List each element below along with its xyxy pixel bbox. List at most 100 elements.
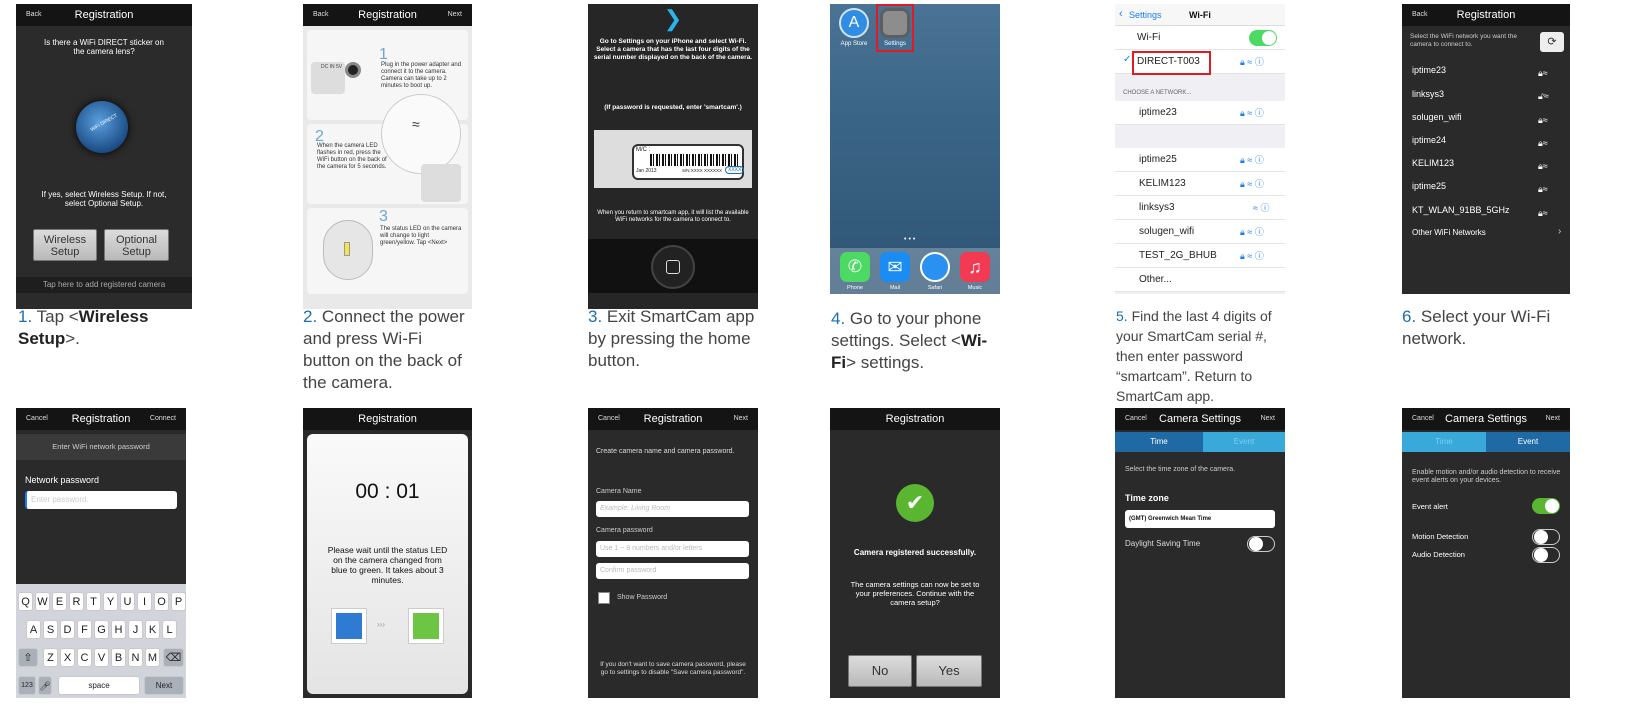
connect-button[interactable]: Connect — [150, 408, 176, 430]
tab-event[interactable]: Event — [1486, 432, 1570, 452]
camera-password-input[interactable]: Use 1 ~ 8 numbers and/or letters — [596, 541, 749, 557]
wifi-toggle[interactable] — [1249, 30, 1277, 46]
next-button[interactable]: Next — [734, 408, 748, 430]
key-n[interactable]: N — [128, 648, 143, 667]
show-password-checkbox[interactable] — [598, 592, 610, 604]
safari-icon[interactable] — [920, 252, 950, 282]
key-p[interactable]: P — [171, 592, 186, 611]
confirm-password-input[interactable]: Confirm password — [596, 563, 749, 579]
motion-detection-toggle[interactable] — [1532, 529, 1560, 545]
screen-2: Back Registration Next DC IN 5V 1 Plug in … — [303, 4, 472, 309]
key-r[interactable]: R — [69, 592, 84, 611]
key-f[interactable]: F — [77, 620, 92, 639]
nav-bar: Cancel Registration Next — [588, 408, 758, 430]
no-button[interactable]: No — [848, 655, 912, 687]
key-c[interactable]: C — [77, 648, 92, 667]
show-password-label: Show Password — [617, 594, 668, 601]
app-store-icon[interactable]: A — [839, 8, 869, 38]
page-dots: ••• — [904, 236, 918, 243]
network-icons[interactable]: 🔒︎ ≈ ⓘ — [1240, 153, 1264, 166]
optional-setup-button[interactable]: Optional Setup — [104, 229, 169, 261]
lock-wifi-info-icons[interactable]: 🔒︎ ≈ ⓘ — [1240, 55, 1264, 68]
screen-8: Registration 00 : 01 Please wait until t… — [303, 408, 472, 698]
tab-event[interactable]: Event — [1203, 432, 1285, 452]
music-icon[interactable]: ♫ — [960, 252, 990, 282]
key-l[interactable]: L — [162, 620, 177, 639]
network-icons[interactable]: 🔒︎ ≈ ⓘ — [1240, 177, 1264, 190]
network-icons[interactable]: 🔒︎ ≈ ⓘ — [1240, 225, 1264, 238]
continue-message: The camera settings can now be set to yo… — [850, 580, 980, 607]
step-1-caption: 1. Tap <Wireless Setup>. — [18, 307, 149, 348]
key-d[interactable]: D — [60, 620, 75, 639]
serial-last-digits: XXXX — [725, 166, 745, 174]
key-q[interactable]: Q — [18, 592, 33, 611]
screen-12: Cancel Camera Settings Next Time Event Ena… — [1402, 408, 1570, 698]
success-check-icon: ✔ — [896, 484, 934, 522]
add-registered-camera-link[interactable]: Tap here to add registered camera — [16, 277, 192, 293]
screen-4: A App Store Settings ••• ✆ Phone ✉ Mail … — [830, 4, 1000, 294]
back-chevron-icon[interactable]: ‹ — [1119, 8, 1123, 20]
back-settings-button[interactable]: Settings — [1129, 10, 1162, 20]
network-row-other[interactable]: Other... — [1115, 268, 1285, 292]
nav-title: Camera Settings — [1159, 413, 1241, 425]
key-y[interactable]: Y — [103, 592, 118, 611]
password-message: Enter WiFi network password — [16, 434, 186, 460]
key-h[interactable]: H — [111, 620, 126, 639]
network-icons[interactable]: 🔒︎ ≈ ⓘ — [1240, 249, 1264, 262]
refresh-button[interactable]: ⟳ — [1540, 32, 1564, 52]
wireless-setup-button[interactable]: Wireless Setup — [33, 229, 97, 261]
key-m[interactable]: M — [145, 648, 160, 667]
camera-name-input[interactable]: Example: Living Room — [596, 501, 749, 517]
nav-title: Registration — [643, 413, 703, 425]
key-i[interactable]: I — [137, 592, 152, 611]
key-v[interactable]: V — [94, 648, 109, 667]
numbers-key[interactable]: 123 — [18, 676, 36, 695]
next-button[interactable]: Next — [1261, 408, 1275, 430]
blue-led-square — [336, 613, 362, 639]
tab-time[interactable]: Time — [1115, 432, 1203, 452]
mail-icon[interactable]: ✉ — [880, 252, 910, 282]
nav-title: Registration — [358, 413, 417, 425]
key-u[interactable]: U — [120, 592, 135, 611]
event-alert-toggle[interactable] — [1532, 498, 1560, 514]
key-j[interactable]: J — [128, 620, 143, 639]
next-button[interactable]: Next — [448, 4, 462, 26]
instruction-top: Go to Settings on your iPhone and select… — [593, 38, 753, 61]
key-w[interactable]: W — [35, 592, 50, 611]
step-4-caption: 4. Go to your phone settings. Select <Wi… — [831, 309, 988, 372]
tab-time[interactable]: Time — [1402, 432, 1486, 452]
key-b[interactable]: B — [111, 648, 126, 667]
instruction-bottom: When you return to smartcam app, it will… — [597, 210, 749, 223]
settings-gear-icon[interactable] — [880, 8, 910, 38]
shift-key[interactable]: ⇧ — [18, 648, 38, 667]
key-k[interactable]: K — [145, 620, 160, 639]
next-key[interactable]: Next — [144, 676, 184, 695]
key-z[interactable]: Z — [43, 648, 58, 667]
network-icons[interactable]: ≈ ⓘ — [1253, 201, 1269, 214]
yes-button[interactable]: Yes — [916, 655, 982, 687]
space-key[interactable]: space — [58, 676, 140, 695]
phone-icon[interactable]: ✆ — [840, 252, 870, 282]
key-s[interactable]: S — [43, 620, 58, 639]
safari-label: Safari — [927, 285, 943, 291]
nav-title: Registration — [1456, 9, 1516, 21]
next-button[interactable]: Next — [1546, 408, 1560, 430]
key-g[interactable]: G — [94, 620, 109, 639]
green-led-square — [413, 613, 439, 639]
delete-key[interactable]: ⌫ — [163, 648, 184, 667]
key-x[interactable]: X — [60, 648, 75, 667]
dst-toggle[interactable] — [1247, 536, 1275, 552]
nav-title: Wi-Fi — [1189, 10, 1211, 20]
screen-7: Cancel Registration Connect Enter WiFi net… — [16, 408, 186, 698]
key-e[interactable]: E — [52, 592, 67, 611]
key-t[interactable]: T — [86, 592, 101, 611]
audio-detection-toggle[interactable] — [1532, 547, 1560, 563]
audio-detection-label: Audio Detection — [1412, 550, 1465, 559]
password-input[interactable]: Enter password. — [25, 491, 177, 509]
timezone-select[interactable]: (GMT) Greenwich Mean Time — [1125, 510, 1275, 528]
network-icons[interactable]: 🔒︎ ≈ ⓘ — [1240, 106, 1264, 119]
microphone-key[interactable]: 🎤︎ — [38, 676, 52, 695]
key-o[interactable]: O — [154, 592, 169, 611]
success-message: Camera registered successfully. — [853, 548, 977, 557]
key-a[interactable]: A — [26, 620, 41, 639]
